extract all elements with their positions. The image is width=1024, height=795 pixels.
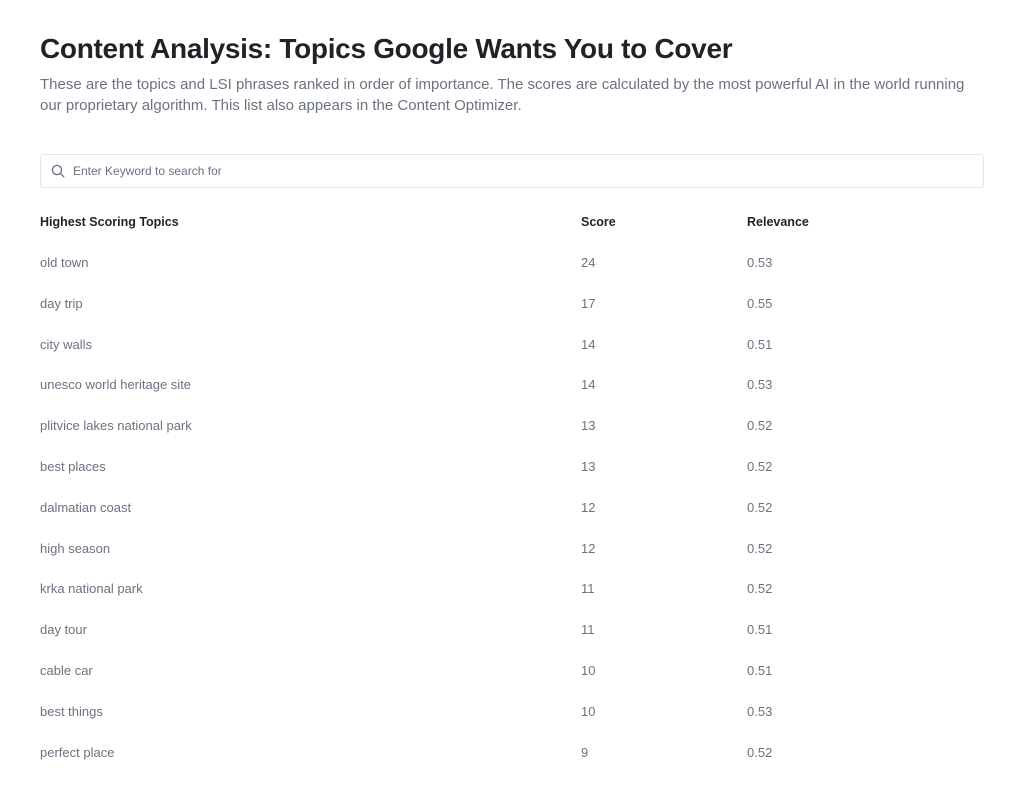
relevance-cell: 0.53: [747, 255, 773, 270]
score-cell: 14: [581, 336, 596, 352]
table-row: dalmatian coast 12 0.52: [40, 496, 984, 537]
topic-cell: city walls: [40, 336, 93, 352]
score-cell: 17: [581, 295, 596, 311]
relevance-cell: 0.52: [747, 581, 773, 597]
column-header-topics[interactable]: Highest Scoring Topics: [40, 210, 179, 234]
relevance-cell: 0.52: [747, 418, 773, 434]
table-row: plitvice lakes national park 13 0.52: [40, 414, 984, 455]
column-header-score[interactable]: Score: [581, 210, 616, 234]
relevance-cell: 0.52: [747, 458, 773, 474]
score-cell: 13: [581, 418, 596, 434]
topic-cell: plitvice lakes national park: [40, 418, 192, 434]
table-row: best places 13 0.52: [40, 455, 984, 496]
score-cell: 11: [581, 622, 595, 638]
topic-cell: best things: [40, 703, 103, 719]
table-row: day trip 17 0.55: [40, 292, 984, 333]
relevance-cell: 0.51: [747, 336, 773, 352]
relevance-cell: 0.51: [747, 622, 773, 638]
table-header-row: Highest Scoring Topics Score Relevance: [40, 210, 984, 234]
score-cell: 12: [581, 540, 596, 556]
topic-cell: dalmatian coast: [40, 499, 132, 515]
table-row: best things 10 0.53: [40, 700, 984, 741]
topic-cell: best places: [40, 458, 106, 474]
topic-cell: perfect place: [40, 744, 115, 760]
score-cell: 24: [581, 255, 596, 270]
page-description: These are the topics and LSI phrases ran…: [40, 76, 965, 114]
topic-cell: krka national park: [40, 581, 143, 597]
relevance-cell: 0.52: [747, 744, 773, 760]
score-cell: 14: [581, 377, 596, 393]
search-icon: [50, 163, 66, 179]
column-header-relevance[interactable]: Relevance: [747, 210, 809, 234]
relevance-cell: 0.55: [747, 295, 773, 311]
score-cell: 12: [581, 499, 596, 515]
topic-cell: cable car: [40, 662, 93, 678]
table-row: day tour 11 0.51: [40, 618, 984, 659]
topics-table: Highest Scoring Topics Score Relevance o…: [40, 210, 984, 781]
table-row: perfect place 9 0.52: [40, 741, 984, 782]
table-row: cable car 10 0.51: [40, 659, 984, 700]
relevance-cell: 0.52: [747, 499, 773, 515]
topic-cell: high season: [40, 540, 111, 556]
relevance-cell: 0.52: [747, 540, 773, 556]
relevance-cell: 0.53: [747, 703, 773, 719]
relevance-cell: 0.53: [747, 377, 773, 393]
score-cell: 13: [581, 458, 596, 474]
keyword-search-input[interactable]: [73, 157, 983, 185]
keyword-search-box[interactable]: [40, 154, 984, 188]
content-analysis-page: Content Analysis: Topics Google Wants Yo…: [40, 30, 984, 760]
relevance-cell: 0.51: [747, 662, 773, 678]
score-cell: 9: [581, 744, 589, 760]
table-row: high season 12 0.52: [40, 537, 984, 578]
page-title: Content Analysis: Topics Google Wants Yo…: [40, 33, 733, 64]
topic-cell: day trip: [40, 295, 83, 311]
score-cell: 10: [581, 662, 596, 678]
table-row: city walls 14 0.51: [40, 333, 984, 374]
table-row: old town 24 0.53: [40, 251, 984, 292]
table-row: krka national park 11 0.52: [40, 577, 984, 618]
table-row: unesco world heritage site 14 0.53: [40, 373, 984, 414]
score-cell: 11: [581, 581, 595, 597]
topic-cell: old town: [40, 255, 89, 270]
topic-cell: unesco world heritage site: [40, 377, 192, 393]
topic-cell: day tour: [40, 622, 87, 638]
table-body: old town 24 0.53 day trip 17 0.55 city walls 14…: [40, 251, 984, 781]
score-cell: 10: [581, 703, 596, 719]
